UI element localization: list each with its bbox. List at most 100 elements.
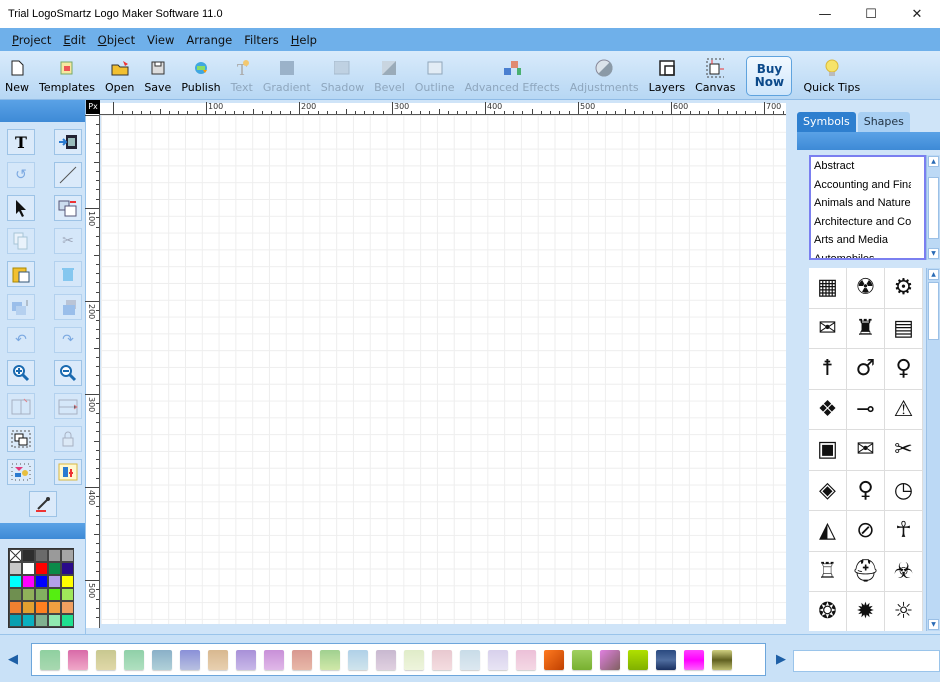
tickets-symbol[interactable]: ◈ — [809, 470, 847, 511]
style-swatch[interactable] — [124, 649, 144, 670]
style-swatch[interactable] — [180, 649, 200, 670]
style-swatch[interactable] — [544, 649, 564, 670]
style-swatch[interactable] — [40, 649, 60, 670]
color-swatch[interactable] — [22, 549, 35, 562]
copy-tool-button[interactable] — [7, 228, 35, 254]
woman-symbol[interactable]: ♀ — [847, 470, 885, 511]
style-swatch[interactable] — [600, 649, 620, 670]
color-swatch[interactable] — [35, 614, 48, 627]
style-swatch[interactable] — [152, 649, 172, 670]
color-swatch[interactable] — [9, 601, 22, 614]
warning-sign-symbol[interactable]: ⚠ — [885, 389, 923, 430]
checker-symbol[interactable]: ▦ — [809, 268, 847, 309]
style-swatch[interactable] — [320, 649, 340, 670]
style-swatch[interactable] — [488, 649, 508, 670]
category-item[interactable]: Architecture and Construction — [811, 213, 911, 232]
sunburst-symbol[interactable]: ✹ — [847, 592, 885, 631]
paste-tool-button[interactable] — [7, 261, 35, 287]
toolbar-layers-button[interactable]: Layers — [644, 50, 690, 99]
clock-symbol[interactable]: ◷ — [885, 470, 923, 511]
toolbar-outline-button[interactable]: Outline — [410, 50, 460, 99]
menu-filters[interactable]: Filters — [238, 33, 284, 47]
scroll-down-arrow-icon[interactable]: ▼ — [928, 619, 939, 630]
style-swatch[interactable] — [96, 649, 116, 670]
color-swatch[interactable] — [35, 549, 48, 562]
biohazard-symbol[interactable]: ☣ — [885, 551, 923, 592]
color-swatch[interactable] — [61, 614, 74, 627]
color-swatch[interactable] — [35, 588, 48, 601]
jar-symbol[interactable]: ▤ — [885, 308, 923, 349]
category-item[interactable]: Accounting and Finance — [811, 176, 911, 195]
factory-symbol[interactable]: ♜ — [847, 308, 885, 349]
style-swatch[interactable] — [404, 649, 424, 670]
align-tool-button[interactable] — [7, 459, 35, 485]
toolbar-advanced-effects-button[interactable]: Advanced Effects — [460, 50, 565, 99]
style-swatch[interactable] — [264, 649, 284, 670]
female-symbol[interactable]: ♀ — [885, 349, 923, 390]
color-swatch[interactable] — [9, 575, 22, 588]
color-swatch[interactable] — [35, 601, 48, 614]
person-symbol[interactable]: ☥ — [885, 511, 923, 552]
color-swatch[interactable] — [48, 614, 61, 627]
money-symbol[interactable]: ✉ — [809, 308, 847, 349]
color-swatch[interactable] — [48, 601, 61, 614]
desk-symbol[interactable]: ♖ — [809, 551, 847, 592]
color-swatch[interactable] — [61, 588, 74, 601]
color-swatch[interactable] — [22, 575, 35, 588]
color-swatch[interactable] — [9, 562, 22, 575]
category-item[interactable]: Abstract — [811, 157, 911, 176]
flip-vertical-tool-button[interactable] — [54, 393, 82, 419]
color-swatch[interactable] — [35, 575, 48, 588]
cut-tool-button[interactable]: ✂ — [54, 228, 82, 254]
style-swatch[interactable] — [712, 649, 732, 670]
style-swatch[interactable] — [292, 649, 312, 670]
color-swatch[interactable] — [9, 588, 22, 601]
vitruvian-man-symbol[interactable]: ☨ — [809, 349, 847, 390]
color-swatch[interactable] — [22, 588, 35, 601]
menu-help[interactable]: Help — [285, 33, 323, 47]
import-image-tool-button[interactable] — [54, 129, 82, 155]
fuse-symbol[interactable]: ⊸ — [847, 389, 885, 430]
toolbar-canvas-button[interactable]: Canvas — [690, 50, 740, 99]
text-tool-button[interactable]: T — [7, 129, 35, 155]
toolbar-shadow-button[interactable]: Shadow — [316, 50, 369, 99]
color-swatch[interactable] — [48, 588, 61, 601]
ruler-unit[interactable]: Px — [86, 100, 100, 114]
scroll-left-arrow-icon[interactable]: ◀ — [8, 652, 18, 667]
toolbar-gradient-button[interactable]: Gradient — [258, 50, 316, 99]
toolbar-adjustments-button[interactable]: Adjustments — [565, 50, 644, 99]
color-swatch[interactable] — [22, 614, 35, 627]
style-swatch[interactable] — [628, 649, 648, 670]
menu-object[interactable]: Object — [92, 33, 141, 47]
framed-picture-symbol[interactable]: ▣ — [809, 430, 847, 471]
style-swatch[interactable] — [460, 649, 480, 670]
category-item[interactable]: Automobiles — [811, 250, 911, 259]
design-canvas[interactable] — [101, 115, 786, 624]
post-horn-mail-symbol[interactable]: ✉ — [847, 430, 885, 471]
scroll-down-arrow-icon[interactable]: ▼ — [928, 248, 939, 259]
select-tool-button[interactable] — [7, 195, 35, 221]
dotted-circle-symbol[interactable]: ❂ — [809, 592, 847, 631]
landscape-picture-symbol[interactable]: ◭ — [809, 511, 847, 552]
toolbar-bevel-button[interactable]: Bevel — [369, 50, 410, 99]
style-swatch[interactable] — [236, 649, 256, 670]
scroll-thumb[interactable] — [928, 282, 939, 340]
helmet-symbol[interactable]: ⛑ — [847, 551, 885, 592]
scroll-up-arrow-icon[interactable]: ▲ — [928, 269, 939, 280]
toolbar-open-button[interactable]: Open — [100, 50, 139, 99]
style-swatch[interactable] — [376, 649, 396, 670]
menu-project[interactable]: Project — [6, 33, 57, 47]
menu-edit[interactable]: Edit — [57, 33, 91, 47]
color-swatch[interactable] — [9, 614, 22, 627]
undo-tool-button[interactable]: ↶ — [7, 327, 35, 353]
color-swatch[interactable] — [22, 562, 35, 575]
close-button[interactable]: ✕ — [894, 0, 940, 28]
comb-scissors-symbol[interactable]: ✂ — [885, 430, 923, 471]
zoom-in-tool-button[interactable] — [7, 360, 35, 386]
minimize-button[interactable]: — — [802, 0, 848, 28]
color-swatch[interactable] — [48, 575, 61, 588]
scroll-up-arrow-icon[interactable]: ▲ — [928, 156, 939, 167]
color-swatch[interactable] — [61, 549, 74, 562]
zoom-out-tool-button[interactable] — [54, 360, 82, 386]
menu-arrange[interactable]: Arrange — [180, 33, 238, 47]
